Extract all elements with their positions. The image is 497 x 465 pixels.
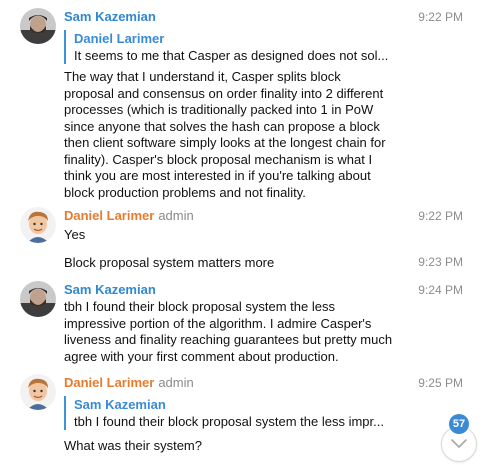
message-text: tbh I found their block proposal system …	[64, 299, 393, 364]
message-time: 9:22 PM	[418, 10, 463, 24]
message-sender[interactable]: Sam Kazemian	[64, 282, 156, 298]
message-text: Block proposal system matters more	[64, 255, 275, 270]
message-time: 9:22 PM	[418, 209, 463, 223]
admin-badge: admin	[158, 375, 194, 390]
message-text: The way that I understand it, Casper spl…	[64, 69, 386, 200]
message-text: What was their system?	[64, 438, 202, 453]
message-time: 9:25 PM	[418, 376, 463, 390]
sender-name: Daniel Larimer	[64, 375, 155, 390]
message-sender[interactable]: Sam Kazemian	[64, 9, 156, 25]
reply-quote-text: It seems to me that Casper as designed d…	[74, 48, 389, 63]
reply-quote-name: Sam Kazemian	[74, 397, 166, 412]
avatar-sam-icon[interactable]	[20, 281, 56, 317]
reply-quote-name: Daniel Larimer	[74, 31, 165, 46]
chat-history: Sam Kazemian 9:22 PM Daniel Larimer It s…	[0, 0, 497, 465]
admin-badge: admin	[158, 208, 194, 223]
unread-count-badge[interactable]: 57	[449, 414, 469, 434]
avatar-daniel-icon[interactable]	[20, 207, 56, 243]
message-sender[interactable]: Daniel Larimer admin	[64, 375, 194, 391]
message-sender[interactable]: Daniel Larimer admin	[64, 208, 194, 224]
avatar-sam-icon[interactable]	[20, 8, 56, 44]
reply-quote[interactable]: Sam Kazemian tbh I found their block pro…	[64, 396, 414, 430]
message-text: Yes	[64, 227, 86, 242]
message-time: 9:24 PM	[418, 283, 463, 297]
reply-quote-text: tbh I found their block proposal system …	[74, 414, 384, 429]
message-time: 9:23 PM	[418, 255, 463, 269]
avatar-daniel-icon[interactable]	[20, 374, 56, 410]
sender-name: Daniel Larimer	[64, 208, 155, 223]
chevron-down-icon	[451, 439, 467, 448]
reply-quote[interactable]: Daniel Larimer It seems to me that Caspe…	[64, 30, 414, 64]
